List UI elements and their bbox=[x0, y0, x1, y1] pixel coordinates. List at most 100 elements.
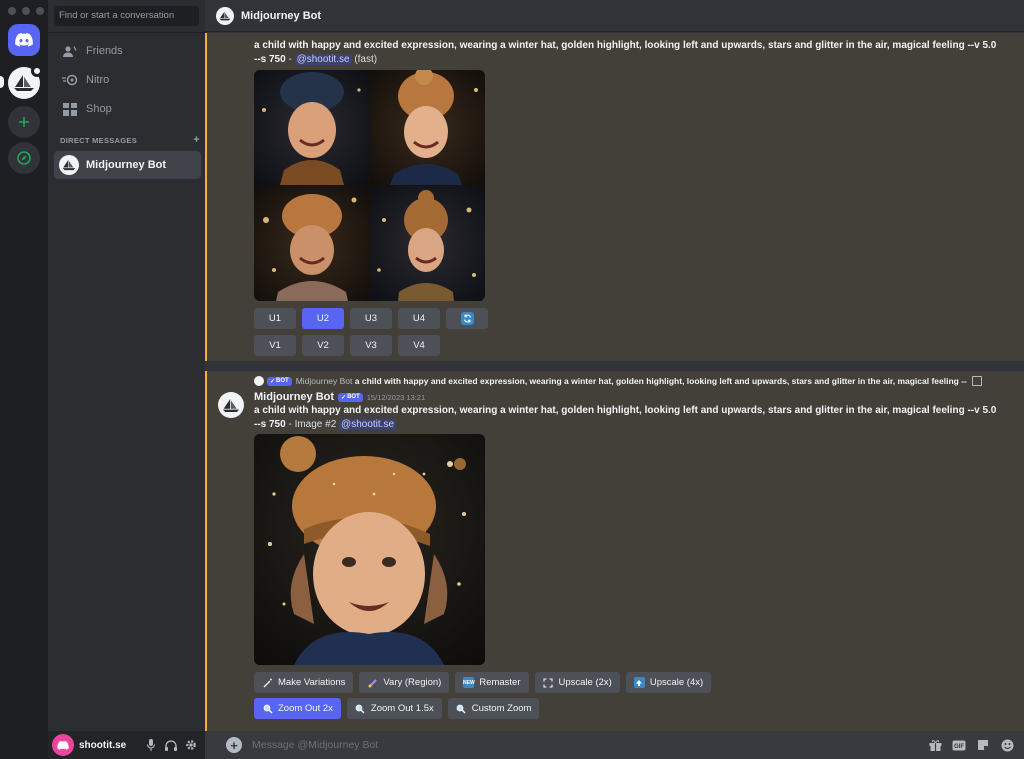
upscaled-image[interactable] bbox=[254, 434, 485, 665]
user-mention[interactable]: @shootit.se bbox=[339, 419, 397, 430]
reply-author: Midjourney Bot bbox=[295, 376, 353, 386]
sidebar-item-shop[interactable]: Shop bbox=[54, 96, 200, 122]
close-window-button[interactable] bbox=[8, 7, 16, 15]
gif-icon[interactable]: GIF bbox=[952, 738, 966, 752]
message-composer: + Message @Midjourney Bot GIF bbox=[205, 731, 1024, 759]
u4-button[interactable]: U4 bbox=[398, 308, 440, 329]
sailboat-icon bbox=[14, 75, 34, 91]
upscaled-picture bbox=[254, 434, 485, 665]
friends-icon bbox=[62, 43, 78, 59]
mode-text: (fast) bbox=[351, 54, 378, 65]
up-arrow-icon bbox=[633, 677, 645, 688]
image-number-text: - Image #2 bbox=[285, 419, 340, 430]
upscale-button-row: U1 U2 U3 U4 bbox=[254, 308, 488, 329]
gift-icon[interactable] bbox=[928, 738, 942, 752]
custom-zoom-label: Custom Zoom bbox=[471, 703, 532, 714]
image-grid-picture bbox=[254, 70, 485, 301]
upscale-4x-button[interactable]: Upscale (4x) bbox=[625, 672, 712, 693]
custom-zoom-button[interactable]: Custom Zoom bbox=[447, 698, 540, 719]
remaster-button[interactable]: NEW Remaster bbox=[455, 672, 529, 693]
expand-icon bbox=[543, 677, 554, 688]
shop-icon bbox=[62, 101, 78, 117]
zoom-out-2x-button[interactable]: Zoom Out 2x bbox=[254, 698, 341, 719]
plus-icon bbox=[19, 117, 29, 127]
selected-server-pill bbox=[0, 76, 4, 88]
sidebar-item-label: Shop bbox=[86, 103, 112, 115]
make-variations-label: Make Variations bbox=[278, 677, 346, 688]
vary-region-label: Vary (Region) bbox=[383, 677, 442, 688]
zoom-out-1-5x-label: Zoom Out 1.5x bbox=[370, 703, 434, 714]
image-attachment-icon bbox=[971, 376, 982, 386]
magnifier-icon bbox=[456, 703, 467, 714]
message-content: a child with happy and excited expressio… bbox=[254, 404, 1002, 432]
message-upscaled-result: ✓ BOT Midjourney Bot a child with happy a… bbox=[205, 371, 1024, 731]
paintbrush-icon bbox=[367, 677, 378, 688]
username: shootit.se bbox=[79, 739, 127, 751]
sidebar-item-label: Nitro bbox=[86, 74, 110, 86]
dm-item-label: Midjourney Bot bbox=[86, 159, 167, 171]
sidebar-item-friends[interactable]: Friends bbox=[54, 38, 200, 64]
page-title: Midjourney Bot bbox=[241, 9, 322, 22]
chat-area: Midjourney Bot a child with happy and ex… bbox=[205, 0, 1024, 759]
author-name[interactable]: Midjourney Bot bbox=[254, 391, 334, 403]
user-mention[interactable]: @shootit.se bbox=[294, 54, 352, 65]
compass-icon bbox=[17, 151, 31, 165]
create-dm-button[interactable]: + bbox=[193, 135, 200, 146]
direct-messages-header: DIRECT MESSAGES + bbox=[60, 135, 200, 146]
minimize-window-button[interactable] bbox=[22, 7, 30, 15]
dm-item-midjourney-bot[interactable]: Midjourney Bot bbox=[54, 151, 201, 179]
separator-text: - bbox=[285, 54, 295, 65]
action-button-row: Make Variations Vary (Region) NEW Remaste… bbox=[254, 672, 712, 693]
discord-window: Find or start a conversation Friends Nit… bbox=[0, 0, 1024, 759]
sidebar-item-label: Friends bbox=[86, 45, 123, 57]
server-rail bbox=[0, 0, 48, 759]
message-author: Midjourney Bot ✓ BOT 15/12/2023 13:21 bbox=[254, 390, 425, 404]
svg-text:GIF: GIF bbox=[954, 744, 964, 750]
sidebar-item-nitro[interactable]: Nitro bbox=[54, 67, 200, 93]
discord-logo-icon bbox=[15, 33, 33, 47]
microphone-icon[interactable] bbox=[145, 739, 157, 751]
zoom-out-1-5x-button[interactable]: Zoom Out 1.5x bbox=[346, 698, 442, 719]
chat-header: Midjourney Bot bbox=[205, 0, 1024, 32]
settings-gear-icon[interactable] bbox=[185, 739, 197, 751]
magic-wand-icon bbox=[262, 677, 273, 688]
vary-region-button[interactable]: Vary (Region) bbox=[359, 672, 450, 693]
variation-button-row: V1 V2 V3 V4 bbox=[254, 335, 440, 356]
zoom-window-button[interactable] bbox=[36, 7, 44, 15]
add-server-button[interactable] bbox=[8, 106, 40, 138]
bot-badge-label: BOT bbox=[347, 394, 360, 400]
upscale-2x-label: Upscale (2x) bbox=[558, 677, 612, 688]
headphones-icon[interactable] bbox=[165, 739, 177, 751]
upscale-2x-button[interactable]: Upscale (2x) bbox=[534, 672, 620, 693]
midjourney-dm-avatar[interactable] bbox=[8, 65, 43, 99]
emoji-icon[interactable] bbox=[1000, 738, 1014, 752]
explore-servers-button[interactable] bbox=[8, 142, 40, 174]
bot-badge: ✓ BOT bbox=[338, 392, 363, 402]
v1-button[interactable]: V1 bbox=[254, 335, 296, 356]
zoom-out-2x-label: Zoom Out 2x bbox=[278, 703, 333, 714]
search-input[interactable]: Find or start a conversation bbox=[54, 6, 199, 26]
dm-sidebar: Find or start a conversation Friends Nit… bbox=[48, 0, 205, 759]
upload-plus-button[interactable]: + bbox=[226, 737, 242, 753]
new-icon: NEW bbox=[463, 677, 475, 688]
reply-text: Midjourney Bot a child with happy and ex… bbox=[296, 376, 967, 386]
sidebar-divider bbox=[48, 32, 205, 33]
home-button[interactable] bbox=[8, 24, 40, 56]
timestamp: 15/12/2023 13:21 bbox=[366, 392, 426, 402]
generated-image-grid[interactable] bbox=[254, 70, 485, 301]
u2-button[interactable]: U2 bbox=[302, 308, 344, 329]
message-input[interactable]: Message @Midjourney Bot bbox=[252, 739, 928, 751]
v3-button[interactable]: V3 bbox=[350, 335, 392, 356]
bot-badge-label: BOT bbox=[276, 378, 289, 384]
u3-button[interactable]: U3 bbox=[350, 308, 392, 329]
sticker-icon[interactable] bbox=[976, 738, 990, 752]
reroll-button[interactable] bbox=[446, 308, 488, 329]
reply-reference[interactable]: ✓ BOT Midjourney Bot a child with happy a… bbox=[254, 374, 999, 388]
bot-badge: ✓ BOT bbox=[267, 376, 292, 386]
avatar[interactable] bbox=[218, 392, 244, 418]
v4-button[interactable]: V4 bbox=[398, 335, 440, 356]
user-avatar[interactable] bbox=[52, 734, 74, 756]
v2-button[interactable]: V2 bbox=[302, 335, 344, 356]
u1-button[interactable]: U1 bbox=[254, 308, 296, 329]
make-variations-button[interactable]: Make Variations bbox=[254, 672, 354, 693]
